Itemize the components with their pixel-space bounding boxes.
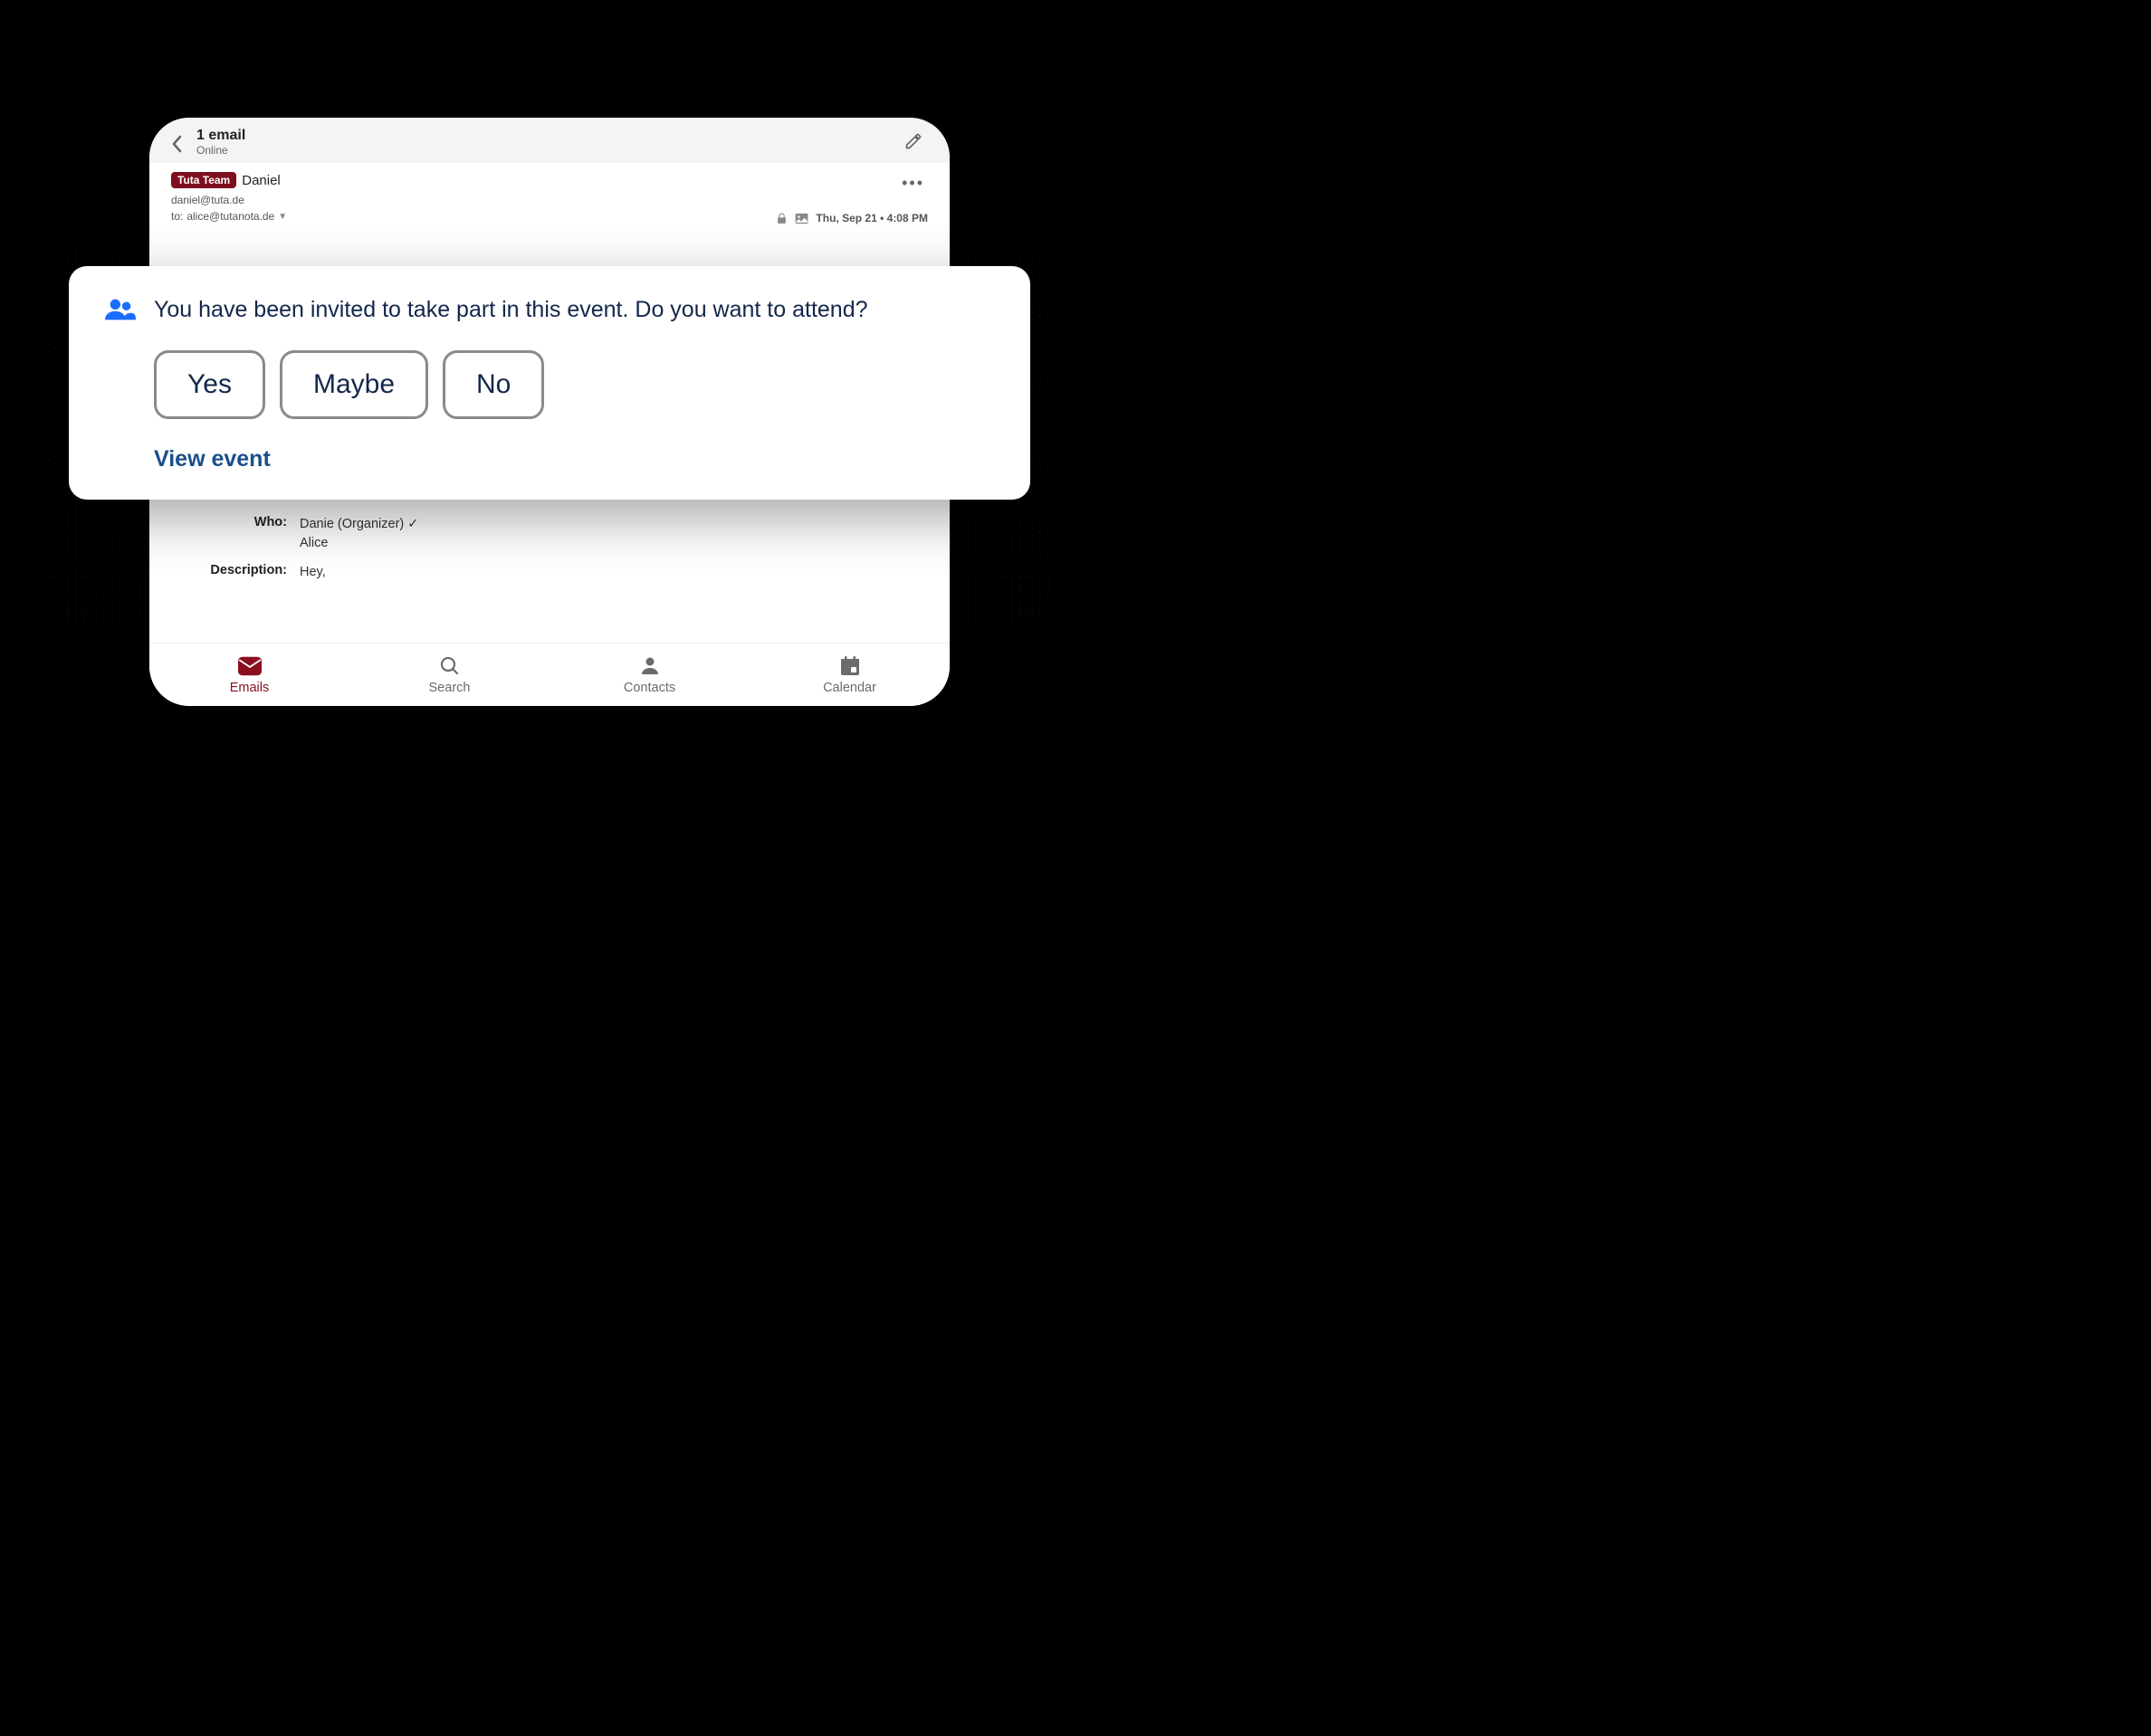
header-count: 1 email: [196, 128, 245, 144]
event-attendee: Alice: [300, 534, 418, 554]
event-who-row: Who: Danie (Organizer) ✓ Alice: [182, 510, 917, 559]
nav-calendar[interactable]: Calendar: [750, 644, 950, 706]
calendar-icon: [838, 654, 862, 678]
rsvp-yes-button[interactable]: Yes: [154, 350, 265, 419]
event-description-label: Description:: [182, 563, 300, 583]
sender-tag-badge: Tuta Team: [171, 172, 236, 188]
search-icon: [438, 654, 462, 678]
back-button[interactable]: [164, 130, 191, 157]
nav-emails[interactable]: Emails: [149, 644, 349, 706]
view-event-link[interactable]: View event: [154, 446, 994, 472]
invitation-card: You have been invited to take part in th…: [69, 266, 1030, 500]
rsvp-no-button[interactable]: No: [443, 350, 544, 419]
nav-emails-label: Emails: [230, 681, 270, 695]
rsvp-maybe-button[interactable]: Maybe: [280, 350, 428, 419]
people-icon: [105, 297, 136, 322]
mail-icon: [238, 654, 262, 678]
chevron-down-icon: ▼: [278, 210, 287, 224]
event-description-row: Description: Hey,: [182, 558, 917, 587]
to-prefix: to:: [171, 208, 183, 224]
header-bar: 1 email Online: [149, 118, 950, 163]
bottom-nav: Emails Search Contacts Calendar: [149, 643, 950, 706]
compose-button[interactable]: [903, 130, 924, 152]
message-meta: Thu, Sep 21 • 4:08 PM: [776, 212, 928, 224]
nav-search[interactable]: Search: [349, 644, 550, 706]
invitation-prompt: You have been invited to take part in th…: [154, 295, 868, 325]
chevron-left-icon: [171, 134, 184, 154]
event-organizer: Danie (Organizer) ✓: [300, 515, 418, 535]
compose-icon: [904, 132, 923, 150]
message-timestamp: Thu, Sep 21 • 4:08 PM: [816, 212, 928, 224]
person-icon: [638, 654, 662, 678]
event-who-label: Who:: [182, 515, 300, 555]
message-more-menu[interactable]: •••: [902, 174, 924, 193]
event-who-value: Danie (Organizer) ✓ Alice: [300, 515, 418, 555]
message-header: Tuta Team Daniel ••• daniel@tuta.de to: …: [149, 163, 950, 228]
event-description-value: Hey,: [300, 563, 326, 583]
recipient-email: alice@tutanota.de: [186, 208, 274, 224]
sender-email: daniel@tuta.de: [171, 192, 928, 208]
nav-search-label: Search: [429, 681, 471, 695]
header-status: Online: [196, 144, 245, 157]
lock-icon: [776, 213, 788, 224]
nav-calendar-label: Calendar: [823, 681, 876, 695]
image-icon: [795, 213, 808, 224]
nav-contacts-label: Contacts: [624, 681, 675, 695]
nav-contacts[interactable]: Contacts: [550, 644, 750, 706]
sender-name: Daniel: [242, 173, 281, 188]
